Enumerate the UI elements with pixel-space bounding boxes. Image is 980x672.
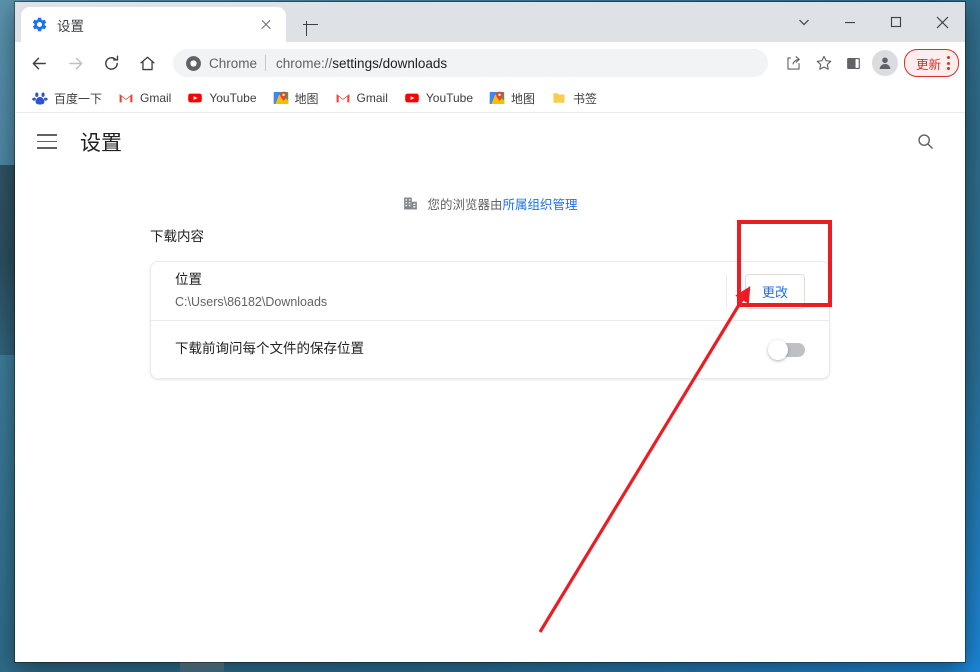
home-icon[interactable] [131, 47, 163, 79]
bookmark-label: 地图 [294, 91, 319, 106]
settings-row-location: 位置 C:\Users\86182\Downloads 更改 [151, 262, 829, 320]
row-label: 位置 [175, 272, 202, 288]
bookmark-folder[interactable]: 书签 [544, 87, 604, 110]
minimize-icon[interactable] [827, 2, 873, 42]
side-panel-icon[interactable] [840, 49, 868, 77]
bookmark-youtube-2[interactable]: YouTube [397, 87, 480, 109]
bookmark-baidu[interactable]: 百度一下 [25, 87, 109, 110]
folder-icon [553, 93, 565, 103]
maps-icon [273, 91, 288, 104]
baidu-icon [32, 92, 48, 105]
settings-row-ask-location: 下载前询问每个文件的保存位置 [151, 320, 829, 378]
page-title: 设置 [80, 131, 122, 155]
gmail-icon [336, 94, 349, 103]
forward-arrow-icon [59, 47, 91, 79]
toolbar-actions: 更新 [780, 49, 959, 77]
bookmark-youtube-1[interactable]: YouTube [180, 87, 263, 109]
gear-icon [32, 17, 47, 32]
bookmark-label: YouTube [425, 91, 474, 105]
ask-before-download-toggle[interactable] [768, 339, 805, 360]
change-location-button[interactable]: 更改 [744, 273, 805, 309]
three-dot-menu-icon[interactable] [947, 56, 950, 70]
bookmark-label: 百度一下 [54, 91, 103, 106]
address-bar[interactable]: Chrome chrome://settings/downloads [173, 49, 768, 77]
url-scheme: chrome:// [276, 55, 333, 71]
bookmark-label: Gmail [356, 91, 388, 105]
close-icon[interactable] [256, 15, 276, 35]
maps-icon [489, 91, 505, 104]
youtube-icon [188, 93, 203, 103]
managed-notice-prefix: 您的浏览器由 [427, 198, 503, 212]
tab-title: 设置 [57, 18, 84, 34]
bookmark-label: 地图 [511, 91, 536, 106]
maximize-icon[interactable] [873, 2, 919, 42]
bookmark-maps-1[interactable]: 地图 [266, 87, 326, 110]
reload-icon[interactable] [95, 47, 127, 79]
row-separator [725, 275, 727, 307]
download-path-value: C:\Users\86182\Downloads [175, 294, 328, 309]
browser-tab-settings[interactable]: 设置 [21, 7, 286, 42]
downloads-section: 下载内容 位置 C:\Users\86182\Downloads 更改 下载前询… [150, 225, 830, 379]
window-controls [781, 2, 965, 42]
search-icon[interactable] [907, 124, 943, 160]
hamburger-menu-icon[interactable] [37, 130, 61, 154]
bookmarks-bar: 百度一下 Gmail YouTube 地图 Gmail YouTube 地图 书… [15, 84, 965, 113]
chevron-down-icon[interactable] [781, 2, 827, 42]
new-tab-button[interactable] [299, 13, 322, 36]
update-button-label: 更新 [915, 57, 941, 72]
downloads-card: 位置 C:\Users\86182\Downloads 更改 下载前询问每个文件… [150, 261, 830, 379]
row-text-block: 位置 C:\Users\86182\Downloads [175, 270, 726, 311]
organization-building-icon [404, 197, 418, 210]
bookmark-label: Gmail [140, 91, 172, 105]
youtube-icon [405, 93, 419, 103]
tab-strip: 设置 [15, 2, 965, 42]
section-title: 下载内容 [150, 229, 204, 244]
omnibox-separator [265, 55, 267, 71]
settings-page: 设置 您的浏览器由所属组织管理 下载内容 位置 C:\Users\86182\D… [15, 113, 965, 660]
bookmark-gmail-1[interactable]: Gmail [111, 87, 178, 109]
bookmark-label: YouTube [209, 91, 257, 105]
close-icon[interactable] [919, 2, 965, 42]
browser-toolbar: Chrome chrome://settings/downloads 更新 [15, 42, 965, 84]
managed-browser-notice: 您的浏览器由所属组织管理 [15, 194, 965, 213]
omnibox-chip-label: Chrome [209, 55, 258, 71]
toggle-knob [768, 339, 788, 360]
browser-window: 设置 Chrome chrome://settings/downloads 更新… [15, 2, 965, 662]
bookmark-maps-2[interactable]: 地图 [482, 87, 542, 110]
managed-notice-link[interactable]: 所属组织管理 [503, 198, 578, 212]
profile-avatar-icon[interactable] [871, 50, 898, 76]
star-icon[interactable] [810, 49, 838, 77]
bookmark-label: 书签 [573, 91, 598, 106]
chrome-logo-icon [186, 55, 201, 71]
url-path: settings/downloads [332, 55, 448, 71]
row-text-block: 下载前询问每个文件的保存位置 [175, 339, 771, 359]
share-icon[interactable] [780, 49, 808, 77]
gmail-icon [119, 94, 133, 103]
update-button[interactable]: 更新 [903, 49, 959, 77]
settings-header: 设置 [15, 113, 965, 170]
bookmark-gmail-2[interactable]: Gmail [328, 87, 395, 109]
back-arrow-icon[interactable] [23, 47, 55, 79]
row-label: 下载前询问每个文件的保存位置 [175, 341, 364, 357]
omnibox-url: chrome://settings/downloads [276, 56, 447, 71]
managed-notice-text: 您的浏览器由所属组织管理 [427, 194, 577, 213]
